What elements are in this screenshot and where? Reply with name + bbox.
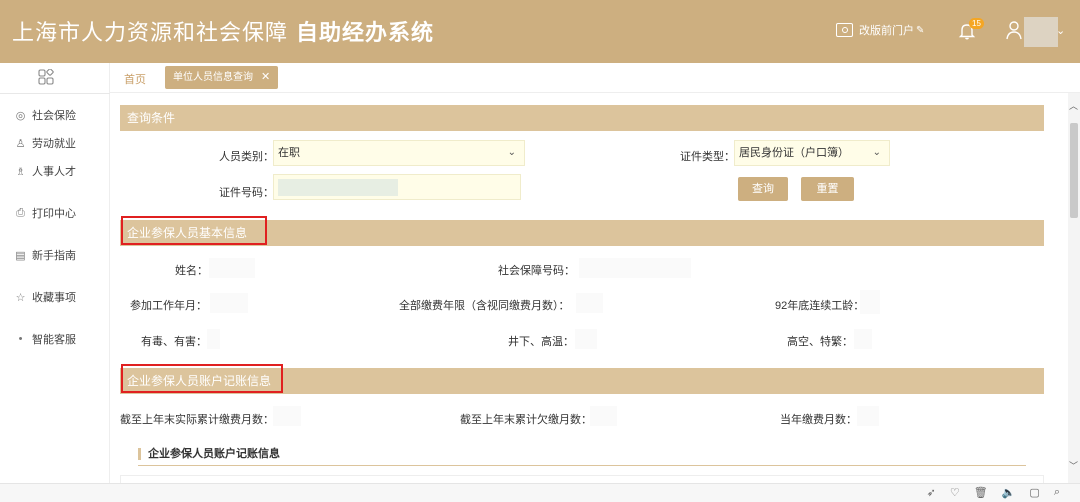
old-portal-link[interactable]: 改版前门户 ✎ xyxy=(836,22,924,38)
total-years-value xyxy=(576,293,603,313)
highlight-box xyxy=(121,364,283,393)
high-altitude-value xyxy=(854,329,872,349)
tabs-bar: 首页 单位人员信息查询 ✕ xyxy=(110,63,1080,93)
name-value xyxy=(209,258,255,278)
reset-button[interactable]: 重置 xyxy=(801,177,854,201)
person-type-select[interactable]: 在职 ⌄ xyxy=(273,140,525,166)
underground-label: 井下、高温： xyxy=(508,336,574,348)
id-number-input[interactable] xyxy=(273,174,521,200)
account-subsection-underline xyxy=(138,465,1026,466)
sidebar-item-label: 打印中心 xyxy=(32,208,76,220)
old-portal-label: 改版前门户 xyxy=(859,25,914,37)
query-section-bar: 查询条件 xyxy=(120,105,1044,131)
app-title: 上海市人力资源和社会保障 自助经办系统 xyxy=(12,15,434,47)
social-security-icon: ◎ xyxy=(15,109,26,122)
person-type-label: 人员类别： xyxy=(219,151,274,163)
sidebar-item-smart-service[interactable]: • 智能客服 xyxy=(13,331,76,347)
scrollbar-thumb[interactable] xyxy=(1070,123,1078,218)
chevron-down-icon[interactable]: ⌄ xyxy=(1056,24,1065,37)
arrears-months-value xyxy=(590,406,617,426)
tab-person-info-query[interactable]: 单位人员信息查询 ✕ xyxy=(165,66,279,89)
id-number-redacted xyxy=(278,179,398,196)
actual-months-value xyxy=(273,406,301,426)
query-section-title: 查询条件 xyxy=(127,111,176,125)
vertical-scrollbar[interactable]: ︿ ﹀ xyxy=(1068,93,1080,483)
search-button[interactable]: 查询 xyxy=(738,177,788,201)
toxic-value xyxy=(207,329,220,349)
current-months-label: 当年缴费月数： xyxy=(780,414,857,426)
chevron-down-icon: ⌄ xyxy=(872,147,881,158)
name-label: 姓名： xyxy=(175,265,208,277)
account-table xyxy=(120,475,1044,483)
continuous-years-label: 92年底连续工龄： xyxy=(775,300,865,312)
scroll-up-icon[interactable]: ︿ xyxy=(1069,99,1078,112)
grid-menu-icon[interactable] xyxy=(38,69,54,85)
ssn-value xyxy=(579,258,691,278)
guide-icon: ▤ xyxy=(15,249,26,262)
sidebar-item-label: 收藏事项 xyxy=(32,292,76,304)
dot-icon: • xyxy=(18,333,23,345)
pencil-icon: ✎ xyxy=(916,24,925,36)
user-name-redacted[interactable] xyxy=(1024,17,1058,47)
close-icon[interactable]: ✕ xyxy=(261,71,270,83)
highlight-box xyxy=(121,216,267,245)
sidebar: ◎ 社会保险 ♙ 劳动就业 ♗ 人事人才 ⎙ 打印中心 ▤ 新手指南 ☆ 收藏事… xyxy=(0,63,110,483)
tab-label: 单位人员信息查询 xyxy=(173,72,253,83)
continuous-years-value xyxy=(860,290,880,314)
speaker-icon[interactable]: 🔈 xyxy=(1002,486,1016,499)
printer-icon: ⎙ xyxy=(16,206,25,219)
sidebar-item-talent[interactable]: ♗ 人事人才 xyxy=(13,163,76,179)
notification-badge: 15 xyxy=(969,18,984,29)
person-type-value: 在职 xyxy=(278,147,300,159)
sidebar-item-label: 人事人才 xyxy=(32,166,76,178)
work-start-value xyxy=(210,293,248,313)
browser-status-bar: ➶ ♡ 🗑 🔈 ▢ ⌕ xyxy=(0,483,1080,502)
rocket-icon[interactable]: ➶ xyxy=(927,486,936,499)
account-subsection-title: 企业参保人员账户记账信息 xyxy=(138,448,280,460)
app-title-normal: 上海市人力资源和社会保障 xyxy=(12,21,289,46)
heart-icon[interactable]: ♡ xyxy=(950,486,960,499)
current-months-value xyxy=(857,406,879,426)
chevron-down-icon: ⌄ xyxy=(507,147,516,158)
app-header: 上海市人力资源和社会保障 自助经办系统 改版前门户 ✎ 15 ⌄ xyxy=(0,0,1080,63)
id-type-value: 居民身份证（户口簿） xyxy=(739,147,849,159)
sidebar-item-print-center[interactable]: ⎙ 打印中心 xyxy=(13,205,76,221)
app-title-bold: 自助经办系统 xyxy=(296,21,435,46)
monitor-icon xyxy=(836,23,853,37)
sidebar-item-label: 社会保险 xyxy=(32,110,76,122)
ssn-label: 社会保障号码： xyxy=(498,265,575,277)
arrears-months-label: 截至上年末累计欠缴月数： xyxy=(460,414,592,426)
status-icons: ➶ ♡ 🗑 🔈 ▢ ⌕ xyxy=(927,486,1060,499)
toxic-label: 有毒、有害： xyxy=(141,336,207,348)
talent-icon: ♗ xyxy=(15,165,26,178)
id-type-label: 证件类型： xyxy=(680,151,735,163)
id-number-label: 证件号码： xyxy=(219,187,274,199)
tab-home[interactable]: 首页 xyxy=(124,71,146,87)
total-years-label: 全部缴费年限（含视同缴费月数）： xyxy=(399,300,570,312)
high-altitude-label: 高空、特繁： xyxy=(787,336,853,348)
underground-value xyxy=(575,329,597,349)
work-start-label: 参加工作年月： xyxy=(130,300,207,312)
window-icon[interactable]: ▢ xyxy=(1029,486,1039,499)
id-type-select[interactable]: 居民身份证（户口簿） ⌄ xyxy=(734,140,890,166)
sidebar-item-employment[interactable]: ♙ 劳动就业 xyxy=(13,135,76,151)
star-icon: ☆ xyxy=(15,291,26,304)
employment-icon: ♙ xyxy=(15,137,26,150)
zoom-icon[interactable]: ⌕ xyxy=(1054,486,1060,499)
actual-months-label: 截至上年末实际累计缴费月数： xyxy=(120,414,274,426)
main-content: 查询条件 人员类别： 在职 ⌄ 证件类型： 居民身份证（户口簿） ⌄ 证件号码：… xyxy=(110,93,1068,483)
sidebar-item-label: 新手指南 xyxy=(32,250,76,262)
sidebar-divider xyxy=(0,93,110,94)
scroll-down-icon[interactable]: ﹀ xyxy=(1069,459,1078,472)
trash-icon[interactable]: 🗑 xyxy=(974,486,988,499)
sidebar-item-social-insurance[interactable]: ◎ 社会保险 xyxy=(13,107,76,123)
sidebar-item-guide[interactable]: ▤ 新手指南 xyxy=(13,247,76,263)
user-icon[interactable] xyxy=(1005,20,1023,40)
sidebar-item-label: 劳动就业 xyxy=(32,138,76,150)
sidebar-item-label: 智能客服 xyxy=(32,334,76,346)
sidebar-item-favorites[interactable]: ☆ 收藏事项 xyxy=(13,289,76,305)
